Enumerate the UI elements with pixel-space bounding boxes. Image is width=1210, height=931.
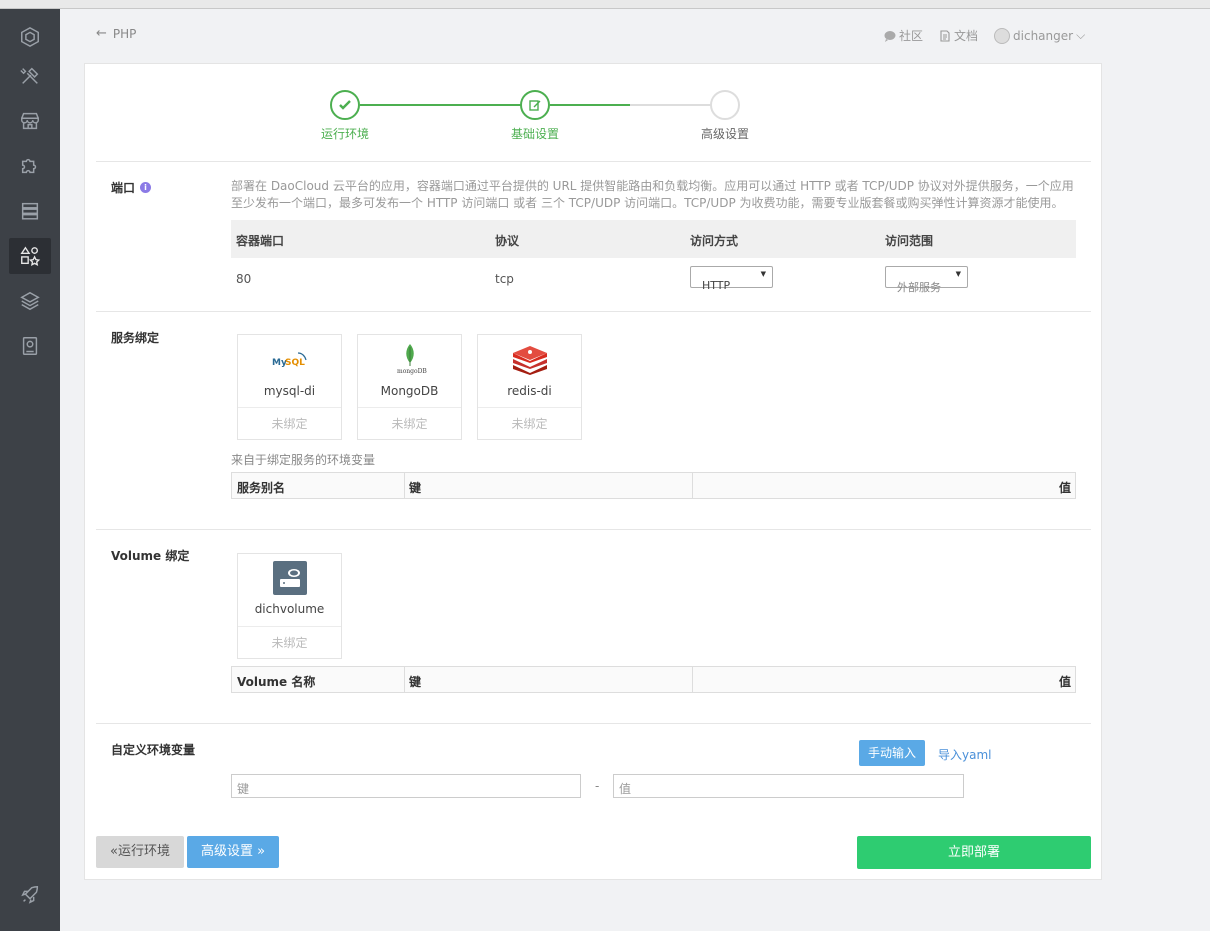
rocket-icon[interactable] bbox=[9, 877, 51, 913]
service-card-mysql[interactable]: My SQL mysql-di 未绑定 bbox=[237, 334, 342, 440]
back-link[interactable]: ← PHP bbox=[96, 26, 136, 41]
bind-state: 未绑定 bbox=[358, 407, 461, 440]
port-description: 部署在 DaoCloud 云平台的应用，容器端口通过平台提供的 URL 提供智能… bbox=[231, 179, 1074, 210]
bind-state: 未绑定 bbox=[478, 407, 581, 440]
user-menu[interactable]: dichanger ⌵ bbox=[994, 27, 1086, 44]
service-name: redis-di bbox=[507, 384, 552, 398]
chat-icon bbox=[884, 30, 896, 42]
browser-top-strip bbox=[0, 0, 1210, 9]
col-scope: 访问范围 bbox=[885, 234, 934, 248]
service-card-mongodb[interactable]: mongoDB MongoDB 未绑定 bbox=[357, 334, 462, 440]
main-panel: 运行环境 基础设置 高级设置 端口 i 部署在 DaoCloud 云平台的应用，… bbox=[84, 63, 1102, 880]
service-env-table-header: 服务别名 键 值 bbox=[231, 472, 1076, 499]
back-label: PHP bbox=[112, 26, 137, 41]
arrow-left-icon: ← bbox=[96, 26, 107, 41]
divider bbox=[96, 723, 1091, 724]
tools-icon[interactable] bbox=[9, 58, 51, 94]
svg-text:SQL: SQL bbox=[285, 358, 305, 368]
step-connector-done bbox=[360, 104, 523, 106]
deploy-button[interactable]: 立即部署 bbox=[857, 836, 1091, 869]
step-2-circle[interactable] bbox=[520, 90, 550, 120]
divider bbox=[96, 529, 1091, 530]
step-connector-todo bbox=[630, 104, 712, 106]
service-name: MongoDB bbox=[380, 384, 439, 398]
server-list-icon[interactable] bbox=[9, 193, 51, 229]
ports-table-header: 容器端口 协议 访问方式 访问范围 bbox=[231, 220, 1076, 258]
manual-input-button[interactable]: 手动输入 bbox=[859, 740, 925, 766]
sidebar bbox=[0, 9, 60, 931]
step-2-label: 基础设置 bbox=[510, 127, 559, 141]
col-protocol: 协议 bbox=[495, 234, 520, 248]
puzzle-icon[interactable] bbox=[9, 148, 51, 184]
layers-icon[interactable] bbox=[9, 283, 51, 319]
cube-logo-icon[interactable] bbox=[9, 19, 51, 55]
mongodb-logo-icon: mongoDB bbox=[358, 343, 461, 375]
volume-icon bbox=[238, 561, 341, 595]
volume-name: dichvolume bbox=[254, 602, 325, 616]
bind-state: 未绑定 bbox=[238, 407, 341, 440]
env-key-input[interactable]: 键 bbox=[231, 774, 581, 798]
edit-icon bbox=[529, 100, 541, 111]
document-icon bbox=[940, 29, 950, 42]
col-key: 键 bbox=[405, 667, 693, 692]
divider bbox=[96, 311, 1091, 312]
custom-env-title: 自定义环境变量 bbox=[111, 743, 196, 757]
caret-down-icon: ▼ bbox=[760, 270, 766, 278]
table-row: 80 tcp HTTP ▼ 外部服务 ▼ bbox=[231, 258, 1076, 298]
step-3-label: 高级设置 bbox=[700, 127, 749, 141]
step-connector-progress bbox=[550, 104, 630, 106]
avatar bbox=[994, 27, 1011, 44]
port-section-title: 端口 i bbox=[111, 179, 152, 196]
svg-text:mongoDB: mongoDB bbox=[397, 368, 427, 375]
access-select[interactable]: HTTP ▼ bbox=[690, 266, 773, 292]
col-value: 值 bbox=[1058, 481, 1071, 495]
mysql-logo-icon: My SQL bbox=[238, 343, 341, 375]
info-icon[interactable]: i bbox=[140, 182, 152, 193]
check-icon bbox=[339, 100, 351, 110]
port-value: 80 bbox=[236, 272, 252, 286]
env-from-services-label: 来自于绑定服务的环境变量 bbox=[231, 453, 376, 467]
step-1-circle[interactable] bbox=[330, 90, 360, 120]
col-value: 值 bbox=[1058, 675, 1071, 689]
next-step-button[interactable]: 高级设置 » bbox=[187, 836, 279, 868]
service-name: mysql-di bbox=[263, 384, 316, 398]
community-link[interactable]: 社区 bbox=[884, 27, 923, 44]
scope-select[interactable]: 外部服务 ▼ bbox=[885, 266, 968, 294]
volume-table-header: Volume 名称 键 值 bbox=[231, 666, 1076, 693]
col-access: 访问方式 bbox=[690, 234, 739, 248]
col-key: 键 bbox=[405, 473, 693, 498]
prev-step-button[interactable]: «运行环境 bbox=[96, 836, 184, 868]
col-service-alias: 服务别名 bbox=[232, 473, 405, 498]
shapes-icon[interactable] bbox=[9, 238, 51, 274]
caret-down-icon: ▼ bbox=[955, 270, 961, 278]
env-value-input[interactable]: 值 bbox=[613, 774, 964, 798]
import-yaml-link[interactable]: 导入yaml bbox=[938, 746, 991, 763]
docs-link[interactable]: 文档 bbox=[939, 27, 978, 44]
chevron-down-icon: ⌵ bbox=[1076, 28, 1086, 42]
col-container-port: 容器端口 bbox=[236, 234, 285, 248]
col-volume-name: Volume 名称 bbox=[232, 667, 405, 692]
redis-logo-icon bbox=[478, 343, 581, 375]
divider bbox=[96, 161, 1091, 162]
store-icon[interactable] bbox=[9, 103, 51, 139]
volume-binding-title: Volume 绑定 bbox=[111, 549, 190, 563]
top-nav: 社区 文档 dichanger ⌵ bbox=[884, 27, 1085, 44]
protocol-value: tcp bbox=[495, 272, 514, 286]
step-3-circle[interactable] bbox=[710, 90, 740, 120]
bind-state: 未绑定 bbox=[238, 626, 341, 659]
service-binding-title: 服务绑定 bbox=[111, 331, 160, 345]
volume-card[interactable]: dichvolume 未绑定 bbox=[237, 553, 342, 659]
disk-icon[interactable] bbox=[9, 328, 51, 364]
service-card-redis[interactable]: redis-di 未绑定 bbox=[477, 334, 582, 440]
step-1-label: 运行环境 bbox=[320, 127, 369, 141]
separator: - bbox=[595, 779, 600, 793]
